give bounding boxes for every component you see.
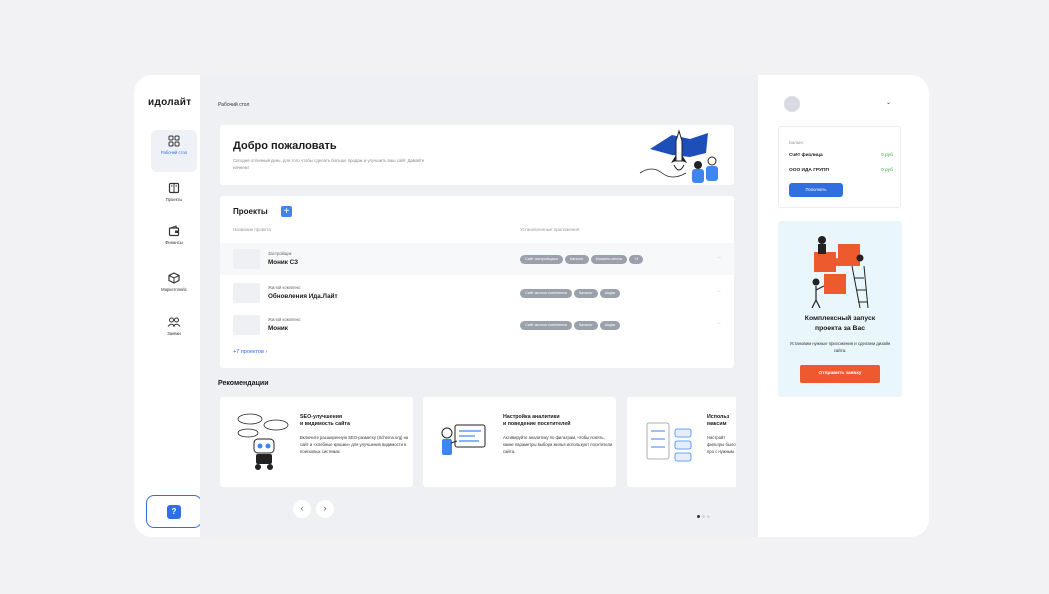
balance-label: Баланс <box>789 140 804 145</box>
recommendations-carousel: SEO-улучшения и видимость сайта Включите… <box>220 397 736 487</box>
app-tag: Каталог <box>564 255 589 264</box>
sidebar-item-label: Финансы <box>165 240 183 245</box>
carousel-dot[interactable] <box>707 515 710 518</box>
puzzle-team-illustration <box>811 236 869 309</box>
wallet-icon <box>168 225 180 237</box>
project-row[interactable]: Жилой комплекс Моник Сайт жилого комплек… <box>220 309 734 341</box>
column-header-apps: Установленные приложения <box>520 227 580 232</box>
help-chat-button[interactable]: ? <box>146 495 202 528</box>
balance-card: Баланс Счёт физлица 0 руб ООО ИДА ГРУПП … <box>778 126 901 208</box>
app-window: идолайт Рабочий стол Проекты Финансы Мар… <box>134 75 929 537</box>
app-tag: Машино-места <box>590 255 627 264</box>
main-content: Рабочий стол Добро пожаловать Сегодня от… <box>200 75 758 537</box>
recommendations-title: Рекомендации <box>218 380 269 387</box>
welcome-subtitle: Сегодня отличный день, для того чтобы сд… <box>233 158 425 170</box>
app-tag: Каталог <box>573 321 598 330</box>
sidebar-item-label: Заявки <box>167 331 181 336</box>
recommendation-desc: Настройт фильтры было про с нужным <box>707 435 736 454</box>
column-header-name: Название проекта <box>233 227 271 232</box>
sidebar-item-label: Проекты <box>165 197 183 202</box>
project-thumbnail <box>233 283 260 303</box>
arrow-right-icon[interactable]: → <box>716 288 722 294</box>
sidebar-item-marketplace[interactable]: Маркетплейс <box>151 267 197 309</box>
recommendation-card-filters[interactable]: Использ максим Настройт фильтры было про… <box>627 397 736 487</box>
project-thumbnail <box>233 315 260 335</box>
app-logo: идолайт <box>148 97 192 108</box>
carousel-prev-button[interactable]: ‹ <box>293 500 311 518</box>
balance-amount: 0 руб <box>881 153 893 158</box>
analytics-illustration <box>441 424 486 455</box>
more-projects-link[interactable]: +7 проектов › <box>233 349 267 355</box>
project-name: Обновления Ида.Лайт <box>268 293 338 300</box>
project-type: Жилой комплекс <box>268 317 301 322</box>
sidebar-item-requests[interactable]: Заявки <box>151 311 197 353</box>
sidebar-item-finance[interactable]: Финансы <box>151 220 197 262</box>
carousel-dot-active[interactable] <box>697 515 700 518</box>
project-row[interactable]: Жилой комплекс Обновления Ида.Лайт Сайт … <box>220 277 734 309</box>
requests-icon <box>167 317 181 327</box>
sidebar-item-dashboard[interactable]: Рабочий стол <box>151 130 197 172</box>
projects-title: Проекты <box>233 207 268 216</box>
arrow-right-icon[interactable]: → <box>716 254 722 260</box>
project-name: Моник <box>268 325 288 332</box>
app-tag: Каталог <box>573 289 598 298</box>
recommendation-title: Настройка аналитики и поведение посетите… <box>503 414 571 427</box>
app-tag: Акции <box>599 289 621 298</box>
avatar[interactable] <box>784 96 800 112</box>
project-type: Жилой комплекс <box>268 285 301 290</box>
project-thumbnail <box>233 249 260 269</box>
dashboard-icon <box>168 135 180 147</box>
help-chat-icon: ? <box>167 505 181 519</box>
seo-robot-illustration <box>237 413 289 470</box>
projects-panel: Проекты + Название проекта Установленные… <box>220 196 734 368</box>
marketplace-icon <box>168 272 180 284</box>
chevron-down-icon[interactable]: ⌄ <box>886 99 891 106</box>
carousel-dots <box>697 505 712 523</box>
add-project-button[interactable]: + <box>281 206 292 217</box>
project-name: Моник СЗ <box>268 259 299 266</box>
sidebar-item-label: Маркетплейс <box>161 287 187 292</box>
recommendation-card-seo[interactable]: SEO-улучшения и видимость сайта Включите… <box>220 397 413 487</box>
welcome-title: Добро пожаловать <box>233 140 337 152</box>
recommendation-desc: Включите расширенную SEO-разметку (Schem… <box>300 435 409 454</box>
promo-card: Комплексный запуск проекта за Вас Устано… <box>778 221 902 397</box>
recommendation-title: Использ максим <box>707 414 730 427</box>
carousel-dot[interactable] <box>702 515 705 518</box>
balance-account-name: ООО ИДА ГРУПП <box>789 168 829 173</box>
projects-icon <box>168 182 180 194</box>
breadcrumb: Рабочий стол <box>218 102 250 108</box>
balance-row: Счёт физлица 0 руб <box>789 153 893 158</box>
recommendation-desc: Активируйте аналитику по фильтрам, чтобы… <box>503 435 613 454</box>
app-tag: Сайт застройщика <box>520 255 563 264</box>
sidebar-item-label: Рабочий стол <box>160 150 188 155</box>
balance-account-name: Счёт физлица <box>789 153 823 158</box>
send-request-button[interactable]: Отправить заявку <box>800 365 880 383</box>
rocket-team-illustration <box>639 129 718 183</box>
arrow-right-icon[interactable]: → <box>716 320 722 326</box>
filters-illustration <box>646 422 692 462</box>
app-tag: Сайт жилого комплекса <box>520 321 572 330</box>
app-tag: Сайт жилого комплекса <box>520 289 572 298</box>
sidebar-item-projects[interactable]: Проекты <box>151 177 197 219</box>
balance-row: ООО ИДА ГРУПП 0 руб <box>789 168 893 173</box>
carousel-next-button[interactable]: › <box>316 500 334 518</box>
welcome-banner: Добро пожаловать Сегодня отличный день, … <box>220 125 734 185</box>
app-tag-more: +3 <box>628 255 644 264</box>
recommendation-card-analytics[interactable]: Настройка аналитики и поведение посетите… <box>423 397 616 487</box>
balance-amount: 0 руб <box>881 168 893 173</box>
recommendation-title: SEO-улучшения и видимость сайта <box>300 414 350 427</box>
project-row[interactable]: Застройщик Моник СЗ Сайт застройщика Ката… <box>220 243 734 275</box>
promo-description: Установим нужные приложения и сделаем ди… <box>789 341 891 353</box>
topup-button[interactable]: Пополнить <box>789 183 843 197</box>
app-tag: Акции <box>599 321 621 330</box>
promo-title: Комплексный запуск проекта за Вас <box>804 315 876 332</box>
project-type: Застройщик <box>268 251 292 256</box>
